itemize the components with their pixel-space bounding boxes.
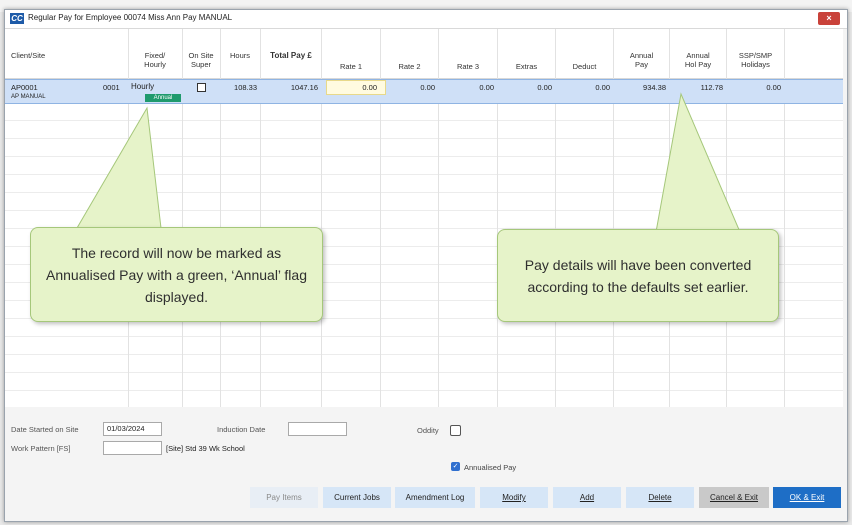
current-jobs-button[interactable]: Current Jobs bbox=[323, 487, 391, 508]
work-pattern-label: Work Pattern [FS] bbox=[11, 444, 71, 453]
modify-button[interactable]: Modify bbox=[480, 487, 548, 508]
callout-annual-flag: The record will now be marked as Annuali… bbox=[30, 227, 323, 322]
induction-date-label: Induction Date bbox=[217, 425, 266, 434]
induction-date-field[interactable] bbox=[288, 422, 347, 436]
annualised-pay-label: Annualised Pay bbox=[464, 463, 517, 472]
callout-pay-details: Pay details will have been converted acc… bbox=[497, 229, 779, 322]
delete-button-label: Delete bbox=[648, 493, 672, 502]
oddity-label: Oddity bbox=[417, 426, 439, 435]
modify-button-label: Modify bbox=[502, 493, 526, 502]
date-started-field[interactable]: 01/03/2024 bbox=[103, 422, 162, 436]
cancel-exit-button[interactable]: Cancel & Exit bbox=[699, 487, 769, 508]
oddity-checkbox[interactable] bbox=[450, 425, 461, 436]
annualised-pay-checkbox[interactable]: ✓ bbox=[451, 462, 460, 471]
ok-exit-button-label: OK & Exit bbox=[789, 493, 825, 502]
work-pattern-field[interactable] bbox=[103, 441, 162, 455]
cancel-exit-button-label: Cancel & Exit bbox=[709, 493, 759, 502]
regular-pay-dialog: CC Regular Pay for Employee 00074 Miss A… bbox=[4, 9, 848, 522]
amendment-log-button[interactable]: Amendment Log bbox=[395, 487, 475, 508]
add-button-label: Add bbox=[579, 493, 595, 502]
work-pattern-description: [Site] Std 39 Wk School bbox=[166, 444, 245, 453]
ok-exit-button[interactable]: OK & Exit bbox=[773, 487, 841, 508]
add-button[interactable]: Add bbox=[553, 487, 621, 508]
pay-items-button[interactable]: Pay Items bbox=[250, 487, 318, 508]
date-started-label: Date Started on Site bbox=[11, 425, 79, 434]
delete-button[interactable]: Delete bbox=[626, 487, 694, 508]
